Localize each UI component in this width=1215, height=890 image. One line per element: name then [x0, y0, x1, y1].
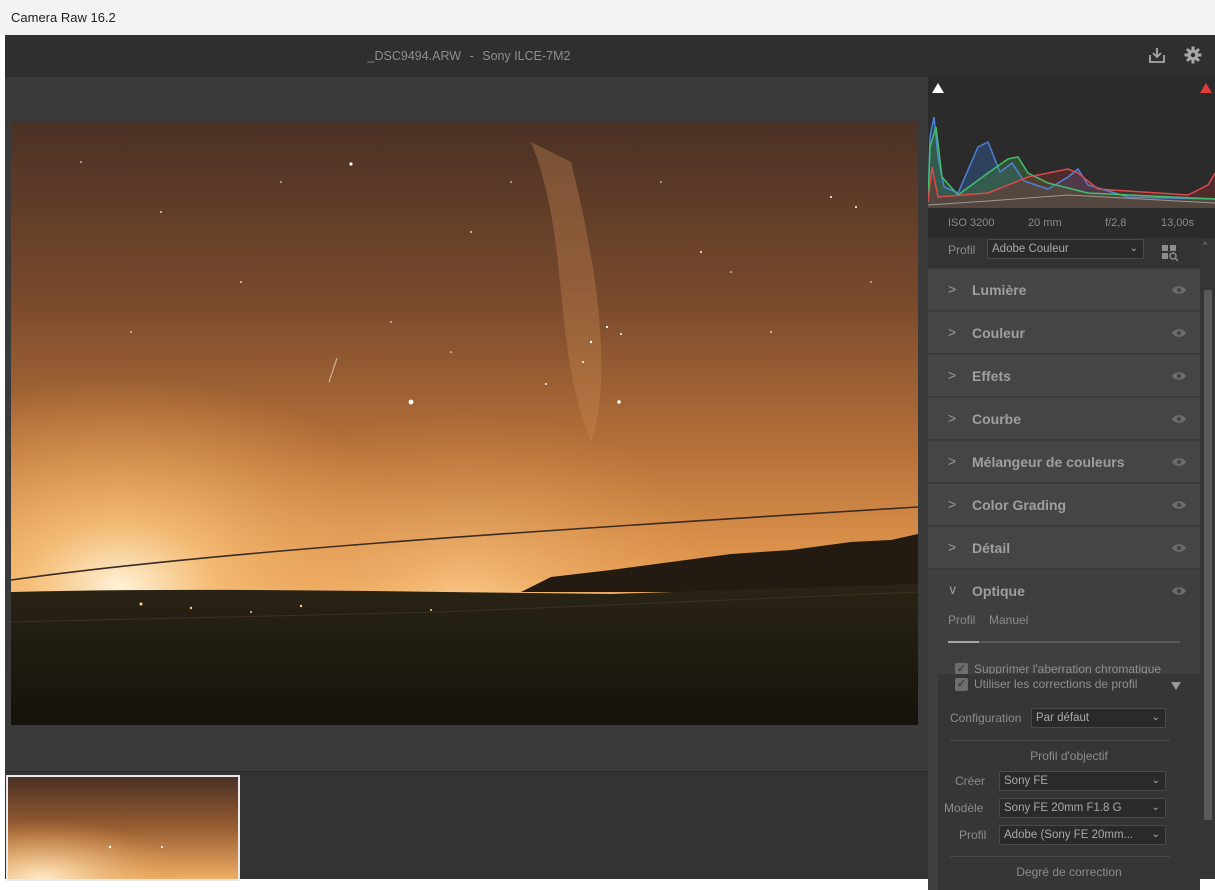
profile-label: Profil [948, 243, 976, 257]
eye-icon[interactable] [1171, 542, 1187, 554]
panel-detail[interactable]: > Détail [928, 527, 1200, 569]
eye-icon[interactable] [1171, 456, 1187, 468]
correction-amount-title: Degré de correction [1016, 865, 1122, 879]
exif-aperture: f/2,8 [1105, 217, 1127, 229]
exif-info: ISO 3200 20 mm f/2,8 13,00s [928, 208, 1215, 238]
scroll-up-icon[interactable]: ^ [1203, 240, 1207, 250]
panel-optique: ∨ Optique Profil Manuel ✓ Supprimer l'ab… [928, 570, 1200, 890]
eye-icon[interactable] [1171, 585, 1187, 597]
exif-iso: ISO 3200 [948, 217, 995, 229]
tab-active-indicator [948, 641, 979, 643]
gear-icon[interactable] [1182, 45, 1204, 67]
tab-profil[interactable]: Profil [948, 613, 975, 627]
lens-profile-select[interactable]: Adobe (Sony FE 20mm... ⌄ [999, 825, 1166, 845]
panel-title[interactable]: Optique [972, 583, 1025, 599]
model-value: Sony FE 20mm F1.8 G [1004, 802, 1122, 814]
profile-corrections-box: ✓ Utiliser les corrections de profil Con… [938, 674, 1200, 890]
model-label: Modèle [944, 801, 984, 815]
model-select[interactable]: Sony FE 20mm F1.8 G ⌄ [999, 798, 1166, 818]
panel-couleur[interactable]: > Couleur [928, 312, 1200, 354]
chevron-right-icon: > [948, 324, 957, 340]
thumbnail[interactable] [6, 775, 240, 881]
eye-icon[interactable] [1171, 327, 1187, 339]
chevron-right-icon: > [948, 281, 957, 297]
chevron-right-icon: > [948, 496, 957, 512]
tab-underline [948, 641, 1180, 643]
panel-title: Détail [972, 540, 1011, 556]
photo-preview[interactable] [11, 122, 918, 725]
filmstrip [5, 771, 928, 881]
scrollbar-thumb[interactable] [1204, 290, 1212, 820]
profile-browser-icon[interactable] [1160, 243, 1180, 263]
histogram [928, 77, 1215, 208]
make-value: Sony FE [1004, 775, 1049, 787]
panel-title: Courbe [972, 411, 1021, 427]
file-name: _DSC9494.ARW [367, 49, 462, 63]
panel-title: Color Grading [972, 497, 1067, 513]
eye-icon[interactable] [1171, 413, 1187, 425]
chevron-right-icon: > [948, 410, 957, 426]
chevron-down-icon: ⌄ [1151, 712, 1160, 723]
file-title: _DSC9494.ARW - Sony ILCE-7M2 [5, 35, 933, 77]
profile-select-value: Adobe Couleur [992, 243, 1069, 255]
panel-title: Mélangeur de couleurs [972, 454, 1125, 470]
panel-title: Couleur [972, 325, 1025, 341]
chevron-right-icon: > [948, 453, 957, 469]
use-profile-label: Utiliser les corrections de profil [974, 677, 1138, 691]
panel-scrollbar[interactable]: ^ [1200, 238, 1215, 879]
panel-effets[interactable]: > Effets [928, 355, 1200, 397]
tab-manuel[interactable]: Manuel [989, 613, 1028, 627]
lens-profile-label: Profil [959, 828, 987, 842]
save-icon[interactable] [1146, 45, 1168, 67]
panel-color-grading[interactable]: > Color Grading [928, 484, 1200, 526]
histogram-graph [928, 116, 1215, 208]
profile-row: Profil Adobe Couleur ⌄ [928, 238, 1200, 268]
title-separator: - [469, 49, 474, 63]
chevron-down-icon: ⌄ [1151, 829, 1160, 840]
window-title: Camera Raw 16.2 [0, 0, 1215, 35]
image-canvas[interactable] [5, 77, 928, 771]
chevron-right-icon: > [948, 539, 957, 555]
use-profile-checkbox[interactable]: ✓ [955, 678, 968, 691]
configuration-value: Par défaut [1036, 712, 1090, 724]
exif-focal: 20 mm [1028, 217, 1062, 229]
make-select[interactable]: Sony FE ⌄ [999, 771, 1166, 791]
app-header: _DSC9494.ARW - Sony ILCE-7M2 [5, 35, 1215, 77]
lens-profile-title: Profil d'objectif [1030, 749, 1108, 763]
chevron-down-icon: ⌄ [1129, 243, 1138, 254]
eye-icon[interactable] [1171, 284, 1187, 296]
exif-shutter: 13,00s [1161, 217, 1195, 229]
panel-lumiere[interactable]: > Lumière [928, 269, 1200, 311]
camera-raw-window: Camera Raw 16.2 _DSC9494.ARW - Sony ILCE… [0, 0, 1215, 890]
chevron-down-icon: ⌄ [1151, 775, 1160, 786]
configuration-select[interactable]: Par défaut ⌄ [1031, 708, 1166, 728]
lens-profile-value: Adobe (Sony FE 20mm... [1004, 829, 1134, 841]
collapse-triangle-icon[interactable] [1170, 681, 1182, 691]
panel-title: Lumière [972, 282, 1027, 298]
divider [950, 740, 1170, 741]
edit-panel: Profil Adobe Couleur ⌄ > Lumière > Coule… [928, 238, 1200, 890]
make-label: Créer [955, 774, 986, 788]
panel-title: Effets [972, 368, 1011, 384]
divider [950, 856, 1170, 857]
chevron-right-icon: > [948, 367, 957, 383]
panel-melangeur[interactable]: > Mélangeur de couleurs [928, 441, 1200, 483]
configuration-label: Configuration [950, 711, 1022, 725]
eye-icon[interactable] [1171, 499, 1187, 511]
chevron-down-icon[interactable]: ∨ [948, 582, 958, 598]
profile-select[interactable]: Adobe Couleur ⌄ [987, 239, 1144, 259]
eye-icon[interactable] [1171, 370, 1187, 382]
camera-model: Sony ILCE-7M2 [482, 49, 571, 63]
chevron-down-icon: ⌄ [1151, 802, 1160, 813]
right-panel: ISO 3200 20 mm f/2,8 13,00s Profil Adobe… [928, 77, 1215, 890]
panel-courbe[interactable]: > Courbe [928, 398, 1200, 440]
